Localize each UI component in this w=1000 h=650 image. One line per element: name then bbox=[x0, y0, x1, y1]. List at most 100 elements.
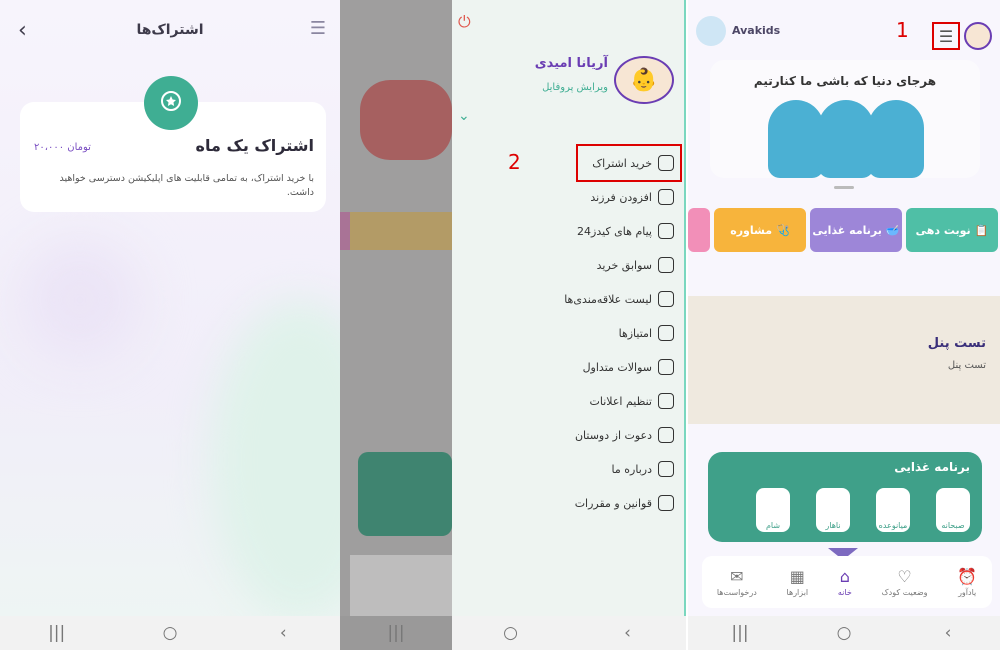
carousel-indicator bbox=[834, 186, 854, 189]
add-child-icon bbox=[658, 189, 674, 205]
menu-item-purchase-history[interactable]: سوابق خرید bbox=[452, 248, 686, 282]
kid-illustration bbox=[818, 100, 874, 178]
plan-name: اشتراک یک ماه bbox=[195, 136, 314, 155]
system-nav-bar: ○ ‹ bbox=[452, 616, 686, 650]
clipboard-icon: 📋 bbox=[974, 223, 989, 237]
diet-card[interactable]: برنامه غذایی صبحانه میانوعده ناهار شام bbox=[708, 452, 982, 542]
heart-icon bbox=[658, 291, 674, 307]
back-button[interactable]: ‹ bbox=[928, 623, 968, 643]
purchase-history-icon bbox=[658, 257, 674, 273]
quick-action-consult[interactable]: مشاوره 🩺 bbox=[714, 208, 806, 252]
menu-item-buy-subscription[interactable]: خرید اشتراک bbox=[452, 146, 686, 180]
tab-label: یادآور bbox=[958, 588, 977, 597]
header: ‹ اشتراک‌ها ☰ bbox=[0, 16, 340, 46]
document-icon bbox=[658, 495, 674, 511]
stethoscope-icon: 🩺 bbox=[776, 223, 790, 237]
tab-label: درخواست‌ها bbox=[716, 588, 757, 597]
menu-item-add-child[interactable]: افزودن فرزند bbox=[452, 180, 686, 214]
divider bbox=[684, 0, 686, 620]
message-icon bbox=[658, 223, 674, 239]
quick-action-diet[interactable]: برنامه غذایی 🥣 bbox=[810, 208, 902, 252]
meal-breakfast[interactable]: صبحانه bbox=[936, 488, 970, 532]
home-button[interactable]: ○ bbox=[150, 623, 190, 643]
chevron-down-icon[interactable]: ⌄ bbox=[458, 108, 470, 124]
invite-icon bbox=[658, 427, 674, 443]
menu-item-label: افزودن فرزند bbox=[590, 190, 652, 204]
bottom-tab-bar: ✉ درخواست‌ها ▦ ابزارها ⌂ خانه ♡ وضعیت کودک ⏰… bbox=[702, 556, 992, 608]
dimmed-app-background[interactable]: ||| bbox=[340, 0, 452, 650]
meal-lunch[interactable]: ناهار bbox=[816, 488, 850, 532]
dimmed-action bbox=[350, 212, 452, 250]
side-drawer: ⏻ 👶 آریانا امیدی ویرایش پروفایل ⌄ 2 خرید… bbox=[452, 0, 686, 650]
alarm-icon: ⏰ bbox=[957, 567, 978, 586]
menu-item-label: درباره ما bbox=[611, 462, 652, 476]
quick-action-appointment[interactable]: نوبت دهی 📋 bbox=[906, 208, 998, 252]
user-name: آریانا امیدی bbox=[534, 56, 608, 71]
ad-panel[interactable]: تست پنل تست پنل bbox=[688, 296, 1000, 424]
menu-item-messages[interactable]: پیام های کیدز24 bbox=[452, 214, 686, 248]
menu-item-label: لیست علاقه‌مندی‌ها bbox=[564, 292, 652, 306]
meal-label: ناهار bbox=[825, 521, 841, 530]
menu-item-label: امتیازها bbox=[618, 326, 652, 340]
step-marker: 1 bbox=[896, 18, 909, 42]
tab-child-status[interactable]: ♡ وضعیت کودک bbox=[881, 567, 927, 597]
back-button[interactable]: ‹ bbox=[263, 623, 303, 643]
tab-label: خانه bbox=[837, 588, 852, 597]
hero-banner[interactable]: هرجای دنیا که باشی ما کنارتیم bbox=[710, 60, 980, 178]
recents-button[interactable]: ||| bbox=[376, 623, 416, 643]
camera-icon bbox=[658, 155, 674, 171]
quick-action-label: نوبت دهی bbox=[915, 223, 971, 237]
menu-item-about[interactable]: درباره ما bbox=[452, 452, 686, 486]
home-icon: ⌂ bbox=[839, 567, 850, 586]
quick-action-label: برنامه غذایی bbox=[812, 223, 882, 237]
banner-text: هرجای دنیا که باشی ما کنارتیم bbox=[753, 74, 937, 88]
menu-item-label: سوابق خرید bbox=[596, 258, 652, 272]
recents-button[interactable]: ||| bbox=[720, 623, 760, 643]
system-nav-bar: ||| bbox=[340, 616, 452, 650]
avatar[interactable]: 👶 bbox=[614, 56, 674, 104]
dimmed-diet-card bbox=[358, 452, 452, 536]
power-icon[interactable]: ⏻ bbox=[458, 12, 471, 32]
meal-dinner[interactable]: شام bbox=[756, 488, 790, 532]
menu-icon[interactable]: ☰ bbox=[310, 18, 326, 39]
ad-title: تست پنل bbox=[927, 336, 986, 351]
menu-item-label: تنظیم اعلانات bbox=[589, 394, 653, 408]
kid-illustration bbox=[868, 100, 924, 178]
menu-icon[interactable]: ☰ bbox=[932, 22, 960, 50]
menu-item-faq[interactable]: سوالات متداول bbox=[452, 350, 686, 384]
menu-item-notifications[interactable]: تنظیم اعلانات bbox=[452, 384, 686, 418]
kid-illustration bbox=[768, 100, 824, 178]
back-button[interactable]: ‹ bbox=[608, 623, 648, 643]
subscriptions-screen: ‹ اشتراک‌ها ☰ اشتراک یک ماه ۲۰،۰۰۰ تومان… bbox=[0, 0, 340, 650]
tab-reminder[interactable]: ⏰ یادآور bbox=[957, 567, 977, 597]
avatar[interactable] bbox=[964, 22, 992, 50]
tab-requests[interactable]: ✉ درخواست‌ها bbox=[717, 567, 757, 597]
recents-button[interactable]: ||| bbox=[37, 623, 77, 643]
menu-item-terms[interactable]: قوانین و مقررات bbox=[452, 486, 686, 520]
dimmed-banner bbox=[360, 80, 452, 160]
plan-price: ۲۰،۰۰۰ تومان bbox=[34, 142, 91, 153]
app-name: Avakids bbox=[732, 24, 781, 37]
diet-title: برنامه غذایی bbox=[894, 460, 970, 474]
envelope-icon: ✉ bbox=[730, 567, 744, 586]
menu-item-label: پیام های کیدز24 bbox=[577, 224, 652, 238]
menu-item-invite[interactable]: دعوت از دوستان bbox=[452, 418, 686, 452]
quick-action-label: مشاوره bbox=[730, 223, 773, 237]
home-button[interactable]: ○ bbox=[491, 623, 531, 643]
quick-action-partial[interactable] bbox=[688, 208, 710, 252]
menu-item-favorites[interactable]: لیست علاقه‌مندی‌ها bbox=[452, 282, 686, 316]
grid-icon: ▦ bbox=[789, 567, 805, 586]
edit-profile-link[interactable]: ویرایش پروفایل bbox=[542, 82, 608, 93]
tab-label: وضعیت کودک bbox=[881, 588, 928, 597]
drawer-menu: خرید اشتراک افزودن فرزند پیام های کیدز24… bbox=[452, 146, 686, 520]
tab-tools[interactable]: ▦ ابزارها bbox=[787, 567, 809, 597]
tab-home[interactable]: ⌂ خانه bbox=[838, 567, 852, 597]
page-title: اشتراک‌ها bbox=[136, 22, 204, 38]
decorative-blob bbox=[210, 300, 340, 620]
home-button[interactable]: ○ bbox=[824, 623, 864, 643]
plan-description: با خرید اشتراک، به تمامی قابلیت های اپلی… bbox=[59, 173, 315, 198]
menu-item-points[interactable]: امتیازها bbox=[452, 316, 686, 350]
home-screen: Avakids 1 ☰ هرجای دنیا که باشی ما کنارتی… bbox=[688, 0, 1000, 650]
menu-item-label: دعوت از دوستان bbox=[574, 428, 652, 442]
meal-snack[interactable]: میانوعده bbox=[876, 488, 910, 532]
